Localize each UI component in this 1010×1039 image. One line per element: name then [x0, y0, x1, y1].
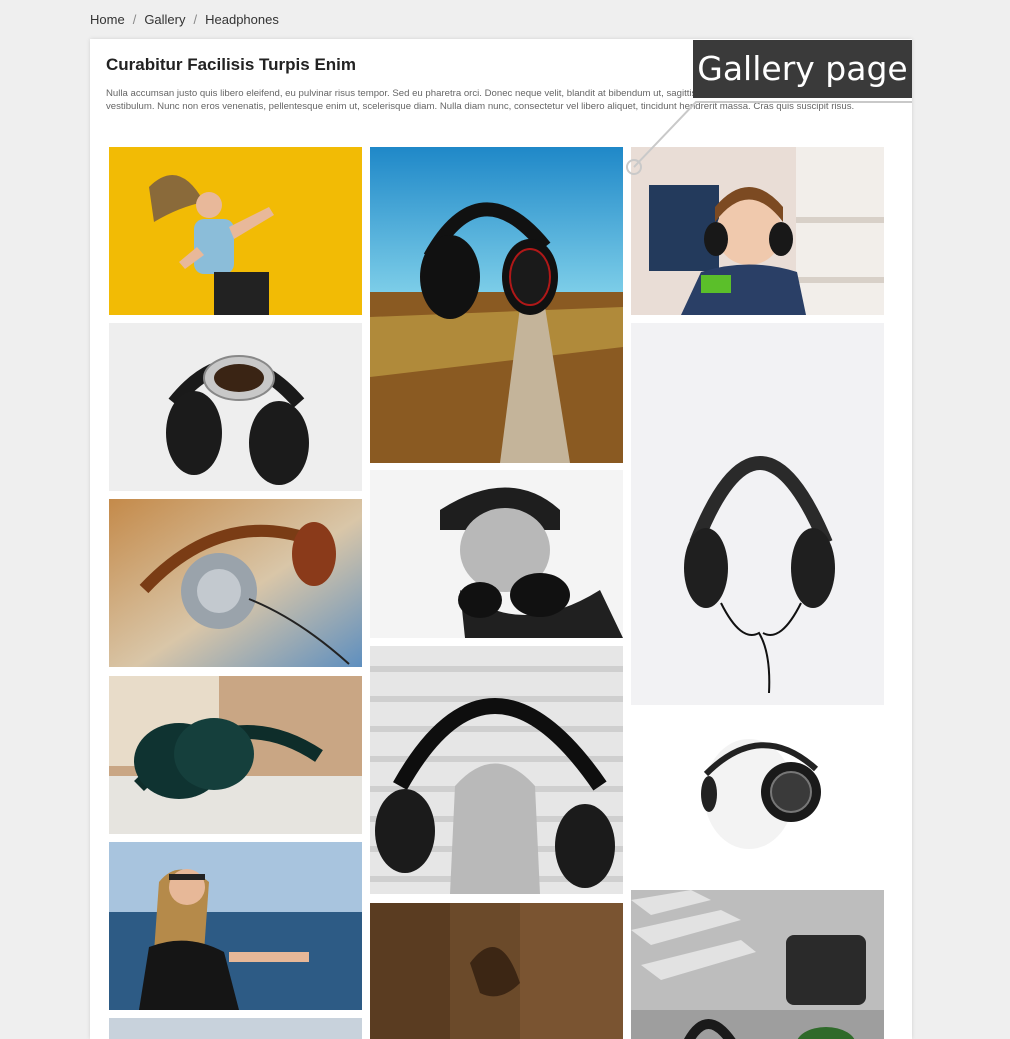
breadcrumb-separator: / [132, 12, 137, 27]
gallery-image-bottom-partial[interactable] [109, 1018, 362, 1039]
breadcrumb-current: Headphones [205, 12, 279, 27]
gallery-image-green-headphones-on-book[interactable] [109, 676, 362, 834]
gallery-image-mannequin-headphones[interactable] [631, 714, 884, 882]
breadcrumb-separator: / [193, 12, 198, 27]
gallery-image-man-with-headphones[interactable] [370, 470, 623, 638]
gallery-image-girl-by-sea[interactable] [109, 842, 362, 1010]
page-title: Curabitur Facilisis Turpis Enim [106, 55, 357, 74]
gallery-image-headphones-on-chair[interactable] [370, 646, 623, 894]
gallery-image-child-with-headphones[interactable] [631, 147, 884, 315]
gallery-image-desk-with-headphones[interactable] [631, 890, 884, 1039]
gallery-image-black-headphones-white[interactable] [631, 323, 884, 705]
callout-label: Gallery page [693, 40, 912, 98]
gallery-image-woman-yellow-background[interactable] [109, 147, 362, 315]
breadcrumb: Home / Gallery / Headphones [90, 12, 279, 27]
breadcrumb-gallery-link[interactable]: Gallery [144, 12, 185, 27]
gallery-image-brown-headphones[interactable] [109, 499, 362, 667]
breadcrumb-home-link[interactable]: Home [90, 12, 125, 27]
gallery-image-wooden-surface[interactable] [370, 903, 623, 1039]
gallery-image-headphones-over-field[interactable] [370, 147, 623, 463]
gallery-image-headphones-with-coffee[interactable] [109, 323, 362, 491]
gallery-card: Curabitur Facilisis Turpis Enim Nulla ac… [90, 39, 912, 1039]
